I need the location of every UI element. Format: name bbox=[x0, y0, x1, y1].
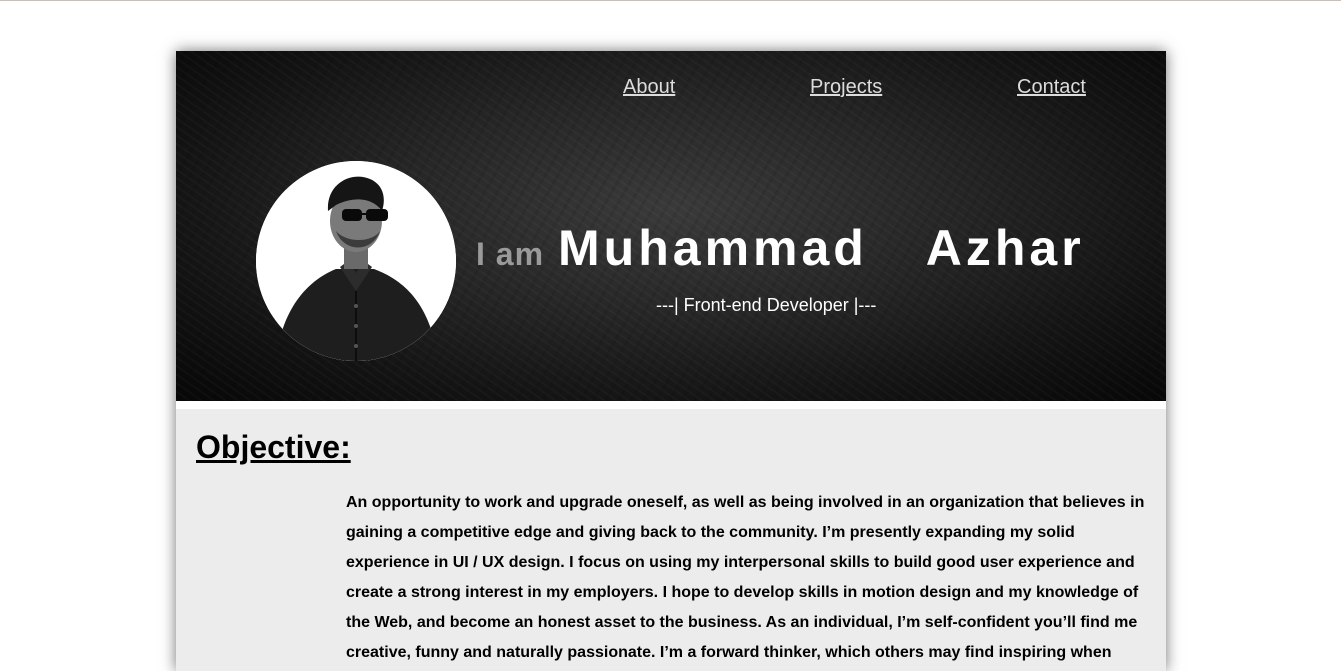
avatar bbox=[256, 161, 456, 361]
section-divider bbox=[176, 401, 1166, 409]
nav-link-projects[interactable]: Projects bbox=[810, 76, 882, 99]
page-card: About Projects Contact I am Muhammad Azh… bbox=[176, 51, 1166, 671]
person-name: Muhammad Azhar bbox=[558, 220, 1085, 276]
objective-heading: Objective: bbox=[196, 429, 351, 465]
nav-link-contact[interactable]: Contact bbox=[1017, 76, 1086, 99]
intro-prefix: I am bbox=[476, 236, 545, 272]
profile-photo-icon bbox=[256, 161, 456, 361]
role-subtitle: ---| Front-end Developer |--- bbox=[656, 295, 877, 315]
objective-paragraph: An opportunity to work and upgrade onese… bbox=[346, 494, 1145, 661]
nav-link-about[interactable]: About bbox=[623, 76, 675, 99]
top-divider bbox=[0, 0, 1341, 1]
hero-header: About Projects Contact I am Muhammad Azh… bbox=[176, 51, 1166, 401]
intro-heading: I am Muhammad Azhar bbox=[476, 219, 1085, 277]
